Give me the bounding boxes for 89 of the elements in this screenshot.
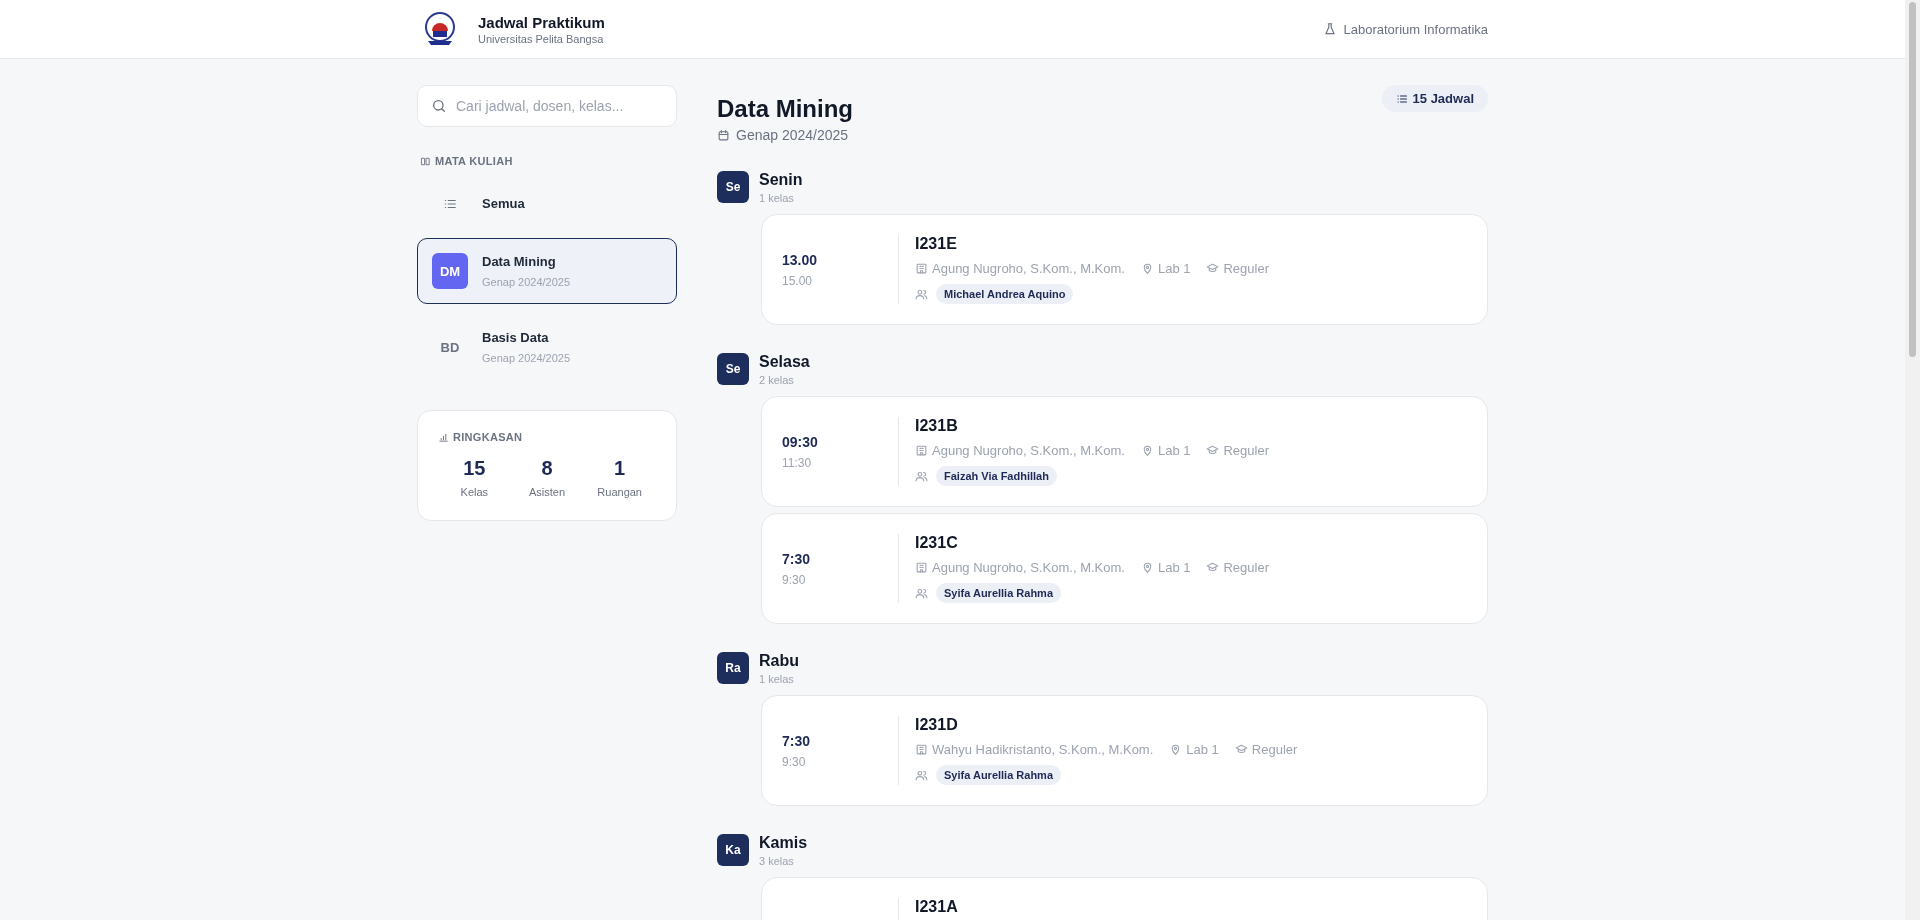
class-code: I231D <box>915 716 959 734</box>
assistant-chip: Syifa Aurellia Rahma <box>936 765 1062 785</box>
chart-icon <box>438 431 449 443</box>
class-card[interactable]: 7:30 9:30 I231D Wahyu Hadikristanto, S.Kom., M.Kom. Lab 1 Reguler Syifa Aurellia Rahma <box>761 695 1488 806</box>
stat-label: Kelas <box>459 486 490 498</box>
lecturer-name: Agung Nugroho, S.Kom., M.Kom. <box>932 261 1125 276</box>
class-card[interactable]: 7:30 9:30 I231C Agung Nugroho, S.Kom., M.Kom. Lab 1 Reguler Syifa Aurellia Rahma <box>761 513 1488 624</box>
course-initials: BD <box>439 338 461 357</box>
course-name: Semua <box>482 196 525 211</box>
stat-label: Asisten <box>527 486 567 498</box>
course-term: Genap 2024/2025 <box>482 276 571 288</box>
course-badge: DM <box>432 253 468 289</box>
building-icon <box>915 561 928 574</box>
scrollbar-thumb[interactable] <box>1909 2 1916 357</box>
class-code: I231E <box>915 235 958 253</box>
university-name: Universitas Pelita Bangsa <box>478 32 605 45</box>
lecturer-name: Agung Nugroho, S.Kom., M.Kom. <box>932 560 1125 575</box>
building-icon <box>915 444 928 457</box>
start-time: 09:30 <box>782 433 819 450</box>
building-icon <box>915 262 928 275</box>
class-card[interactable]: I231A <box>761 877 1488 920</box>
class-code: I231A <box>915 898 958 916</box>
class-type: Reguler <box>1223 443 1269 458</box>
class-type: Reguler <box>1223 560 1269 575</box>
end-time: 11:30 <box>782 455 813 470</box>
list-icon <box>1395 92 1408 105</box>
start-time: 7:30 <box>782 732 812 749</box>
day-badge: Ka <box>717 834 749 866</box>
end-time: 15.00 <box>782 273 814 288</box>
class-type: Reguler <box>1223 261 1269 276</box>
search-field[interactable]: Cari jadwal, dosen, kelas... <box>417 85 677 127</box>
course-term: Genap 2024/2025 <box>736 127 849 143</box>
day-name: Senin <box>759 171 803 189</box>
day-name: Kamis <box>759 834 808 852</box>
stat-label: Ruangan <box>596 486 643 498</box>
course-item[interactable]: BD Basis Data Genap 2024/2025 <box>417 314 677 380</box>
stat-value: 8 <box>540 457 554 480</box>
users-icon <box>915 469 928 483</box>
schedule-count-badge: 15 Jadwal <box>1381 85 1488 112</box>
end-time: 9:30 <box>782 754 807 769</box>
lecturer-name: Wahyu Hadikristanto, S.Kom., M.Kom. <box>932 742 1154 757</box>
end-time: 9:30 <box>782 572 807 587</box>
class-count: 2 kelas <box>759 374 795 386</box>
assistant-chip: Syifa Aurellia Rahma <box>936 583 1062 603</box>
course-term: Genap 2024/2025 <box>482 352 571 364</box>
room-name: Lab 1 <box>1186 742 1219 757</box>
class-count: 1 kelas <box>759 673 795 685</box>
course-name: Data Mining <box>482 254 557 269</box>
graduation-cap-icon <box>1206 444 1220 457</box>
room-name: Lab 1 <box>1157 443 1191 458</box>
course-name: Basis Data <box>482 330 550 345</box>
graduation-cap-icon <box>1234 743 1248 756</box>
course-title: Data Mining <box>717 95 853 123</box>
course-item[interactable]: DM Data Mining Genap 2024/2025 <box>417 238 677 304</box>
users-icon <box>915 768 928 782</box>
lab-name: Laboratorium Informatika <box>1343 21 1488 37</box>
app-title: Jadwal Praktikum <box>478 13 605 31</box>
stat-value: 1 <box>613 457 627 480</box>
users-icon <box>915 586 928 600</box>
graduation-cap-icon <box>1206 262 1220 275</box>
users-icon <box>915 287 928 301</box>
section-heading: MATA KULIAH <box>435 155 513 167</box>
class-count: 1 kelas <box>759 192 795 204</box>
assistant-chip: Michael Andrea Aquino <box>936 284 1074 304</box>
room-name: Lab 1 <box>1157 261 1191 276</box>
day-badge: Ra <box>717 652 749 684</box>
section-heading: RINGKASAN <box>453 431 523 443</box>
day-name: Rabu <box>759 652 799 670</box>
class-count: 3 kelas <box>759 855 795 867</box>
day-name: Selasa <box>759 353 810 371</box>
stat-value: 15 <box>462 457 487 480</box>
room-name: Lab 1 <box>1157 560 1191 575</box>
assistant-chip: Faizah Via Fadhillah <box>936 466 1057 486</box>
class-card[interactable]: 09:30 11:30 I231B Agung Nugroho, S.Kom., M.Kom. Lab 1 Reguler Faizah Via Fadhillah <box>761 396 1488 507</box>
class-code: I231C <box>915 534 959 552</box>
lecturer-name: Agung Nugroho, S.Kom., M.Kom. <box>932 443 1125 458</box>
class-card[interactable]: 13.00 15.00 I231E Agung Nugroho, S.Kom., M.Kom. Lab 1 Reguler Michael Andrea Aquino <box>761 214 1488 325</box>
university-logo <box>422 11 458 47</box>
start-time: 13.00 <box>782 251 819 268</box>
class-code: I231B <box>915 417 959 435</box>
graduation-cap-icon <box>1206 561 1220 574</box>
course-item[interactable]: Semua <box>417 179 677 228</box>
class-type: Reguler <box>1251 742 1298 757</box>
building-icon <box>915 743 928 756</box>
day-badge: Se <box>717 171 749 203</box>
start-time: 7:30 <box>782 550 812 567</box>
day-badge: Se <box>717 353 749 385</box>
calendar-icon <box>717 128 730 142</box>
flask-icon <box>1323 22 1338 36</box>
